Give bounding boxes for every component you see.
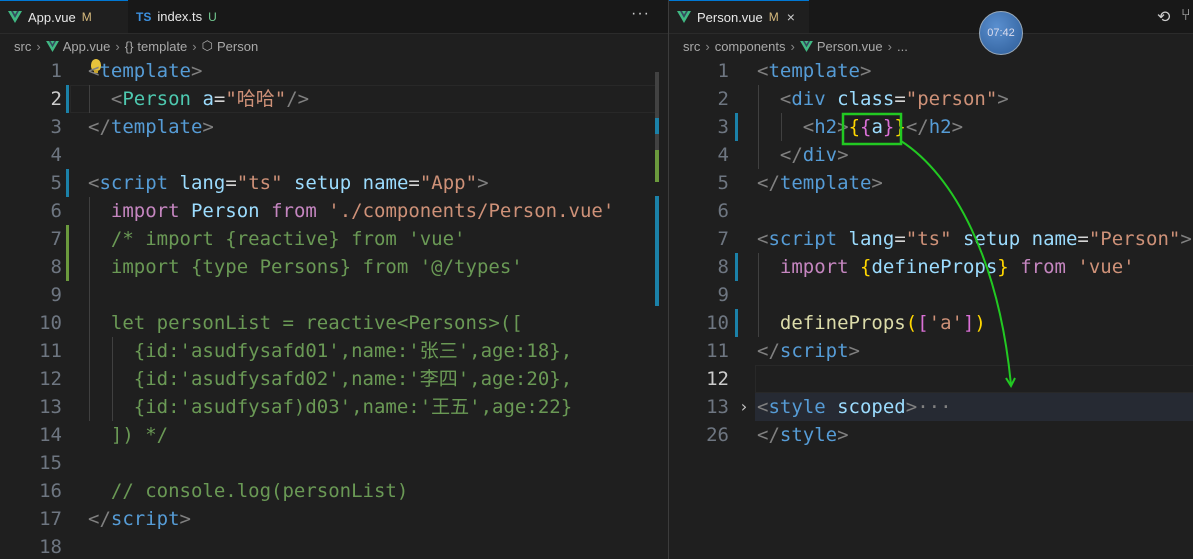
left-tab-bar: App.vue M TS index.ts U ··· (0, 0, 668, 34)
tab-index-ts[interactable]: TS index.ts U (128, 0, 248, 33)
line-number: 17 (39, 508, 62, 530)
chevron-right-icon: › (115, 38, 120, 54)
scrollbar-marker (655, 196, 659, 306)
right-editor-group: Person.vue M × src › components › Person… (669, 0, 1193, 559)
history-icon[interactable]: ⟲ (1157, 7, 1170, 27)
scrollbar-overview-ruler[interactable] (655, 72, 659, 162)
more-actions-icon[interactable]: ··· (631, 5, 650, 23)
tab-app-vue[interactable]: App.vue M (0, 0, 128, 33)
git-change-marker (66, 169, 69, 197)
line-number: 3 (50, 116, 62, 138)
line-number: 2 (50, 88, 62, 110)
breadcrumb-item[interactable]: template (137, 39, 187, 54)
typescript-icon: TS (136, 9, 152, 24)
vue-logo-icon (8, 11, 22, 23)
highlight-box (841, 112, 903, 146)
untracked-badge: U (208, 9, 217, 24)
line-number: 7 (50, 228, 62, 250)
line-number: 12 (39, 368, 62, 390)
git-change-marker (66, 225, 69, 281)
git-change-marker (66, 85, 69, 113)
breadcrumb-item[interactable]: Person (217, 39, 258, 54)
line-number: 16 (39, 480, 62, 502)
vue-logo-icon (45, 40, 59, 52)
line-number: 8 (50, 256, 62, 278)
tab-label: App.vue (28, 9, 76, 25)
clock-badge: 07:42 (979, 11, 1023, 55)
breadcrumb: src › App.vue › {} template › ⬡ Person (14, 36, 258, 56)
line-number: 4 (50, 144, 62, 166)
scrollbar-marker (655, 150, 659, 182)
tab-label: index.ts (157, 9, 203, 24)
line-number: 1 (50, 60, 62, 82)
cube-icon: ⬡ (201, 38, 213, 53)
branch-icon[interactable]: ⑂ (1181, 7, 1191, 25)
modified-badge: M (81, 10, 92, 24)
line-number: 9 (50, 284, 62, 306)
line-number: 6 (50, 200, 62, 222)
annotation-overlay (841, 112, 1016, 389)
chevron-right-icon: › (36, 38, 41, 54)
line-number: 11 (39, 340, 62, 362)
line-number: 14 (39, 424, 62, 446)
line-number: 18 (39, 536, 62, 558)
breadcrumb-item[interactable]: App.vue (63, 39, 111, 54)
breadcrumb-item[interactable]: src (14, 39, 31, 54)
chevron-right-icon: › (192, 38, 197, 54)
scrollbar-marker (655, 118, 659, 134)
line-number: 5 (50, 172, 62, 194)
line-number: 10 (39, 312, 62, 334)
line-number: 13 (39, 396, 62, 418)
annotation-arrow (900, 140, 1012, 386)
line-number: 15 (39, 452, 62, 474)
left-editor-group: App.vue M TS index.ts U ··· src › App.vu… (0, 0, 668, 559)
braces-icon: {} (124, 38, 134, 54)
